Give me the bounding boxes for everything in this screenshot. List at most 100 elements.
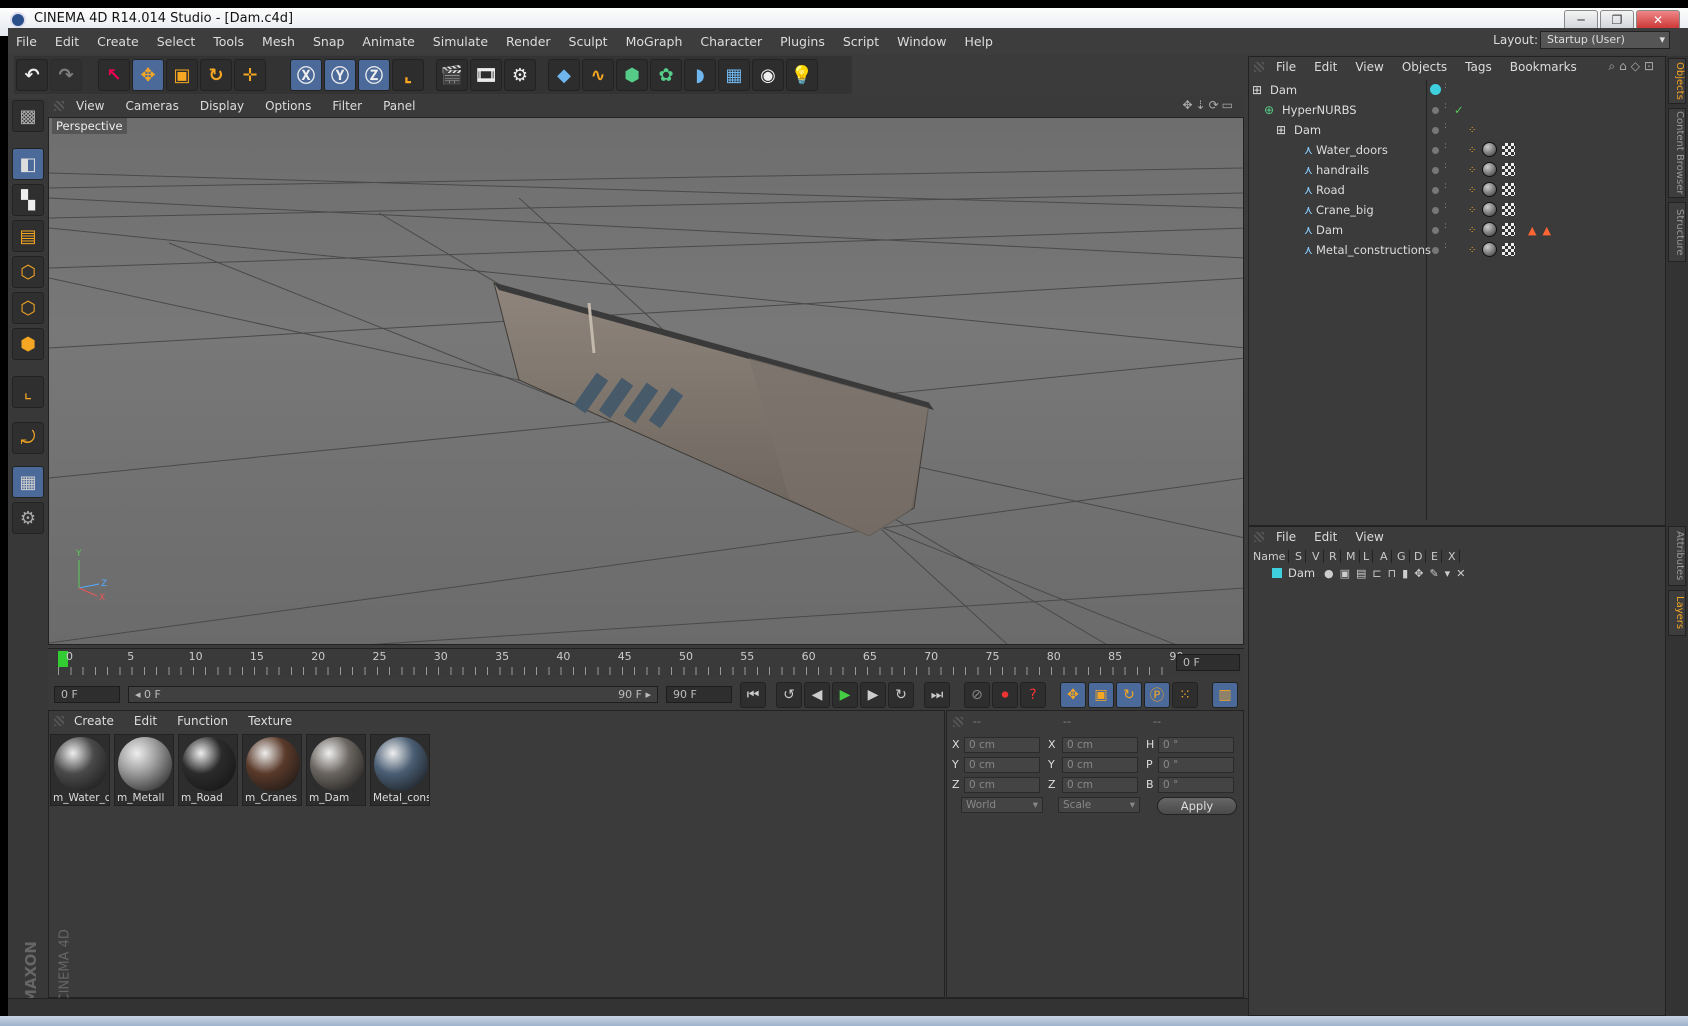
object-tree-row[interactable]: ⋏ Dam: ⁘ ▲▲ [1250,220,1664,240]
tab-objects[interactable]: Objects [1668,58,1686,104]
polygon-object-icon[interactable]: ⋏ [1304,163,1313,177]
go-to-end-icon[interactable]: ⏭ [924,682,950,708]
points-mode-icon[interactable]: ⬡ [12,256,44,288]
panel-gripper-icon[interactable] [953,717,963,727]
material-menu-function[interactable]: Function [177,714,228,728]
visibility-toggle-icon[interactable]: : [1444,202,1447,211]
layer-color-dot[interactable] [1432,247,1439,254]
timeline-window-icon[interactable]: ▥ [1212,682,1238,708]
uvw-tag-icon[interactable] [1502,243,1515,256]
menu-create[interactable]: Create [97,34,139,49]
layer-color-dot[interactable] [1432,187,1439,194]
viewport-menu-display[interactable]: Display [200,99,244,113]
viewport-menu-cameras[interactable]: Cameras [125,99,178,113]
workplane-mode-icon[interactable]: ▤ [12,220,44,252]
layer-column-v[interactable]: V [1312,550,1324,563]
z-axis-lock-icon[interactable]: Ⓩ [358,59,390,91]
timeline-ruler[interactable]: 051015202530354045505560657075808590 0 F [48,648,1244,678]
axis-mode-icon[interactable]: ⌞ [12,376,44,408]
light-icon[interactable]: 💡 [786,59,818,91]
material-tag-icon[interactable] [1482,182,1497,197]
menu-tools[interactable]: Tools [213,34,244,49]
autokey-icon[interactable]: ⏺ [992,682,1018,708]
redo-icon[interactable]: ↷ [50,59,82,91]
range-slider[interactable]: ◂ 0 F 90 F ▸ [128,686,658,703]
material-menu-texture[interactable]: Texture [248,714,292,728]
tab-content-browser[interactable]: Content Browser [1668,108,1686,198]
coord-value-field[interactable]: 0 ° [1158,757,1234,773]
layer-row[interactable]: Dam ●▣▤⊏⊓▮✥✎▾✕ [1250,563,1664,583]
material-menu-create[interactable]: Create [74,714,114,728]
layer-column-d[interactable]: D [1414,550,1427,563]
camera-icon[interactable]: ◉ [752,59,784,91]
y-axis-lock-icon[interactable]: Ⓨ [324,59,356,91]
layer-menu-file[interactable]: File [1276,530,1296,544]
material-tag-icon[interactable] [1482,202,1497,217]
key-pla-icon[interactable]: ⁙ [1172,682,1198,708]
menu-mograph[interactable]: MoGraph [626,34,683,49]
menu-help[interactable]: Help [964,34,993,49]
snap-icon[interactable]: ▦ [12,466,44,498]
coordinate-system-icon[interactable]: ⌞ [392,59,424,91]
object-menu-file[interactable]: File [1276,60,1296,74]
menu-script[interactable]: Script [843,34,879,49]
polygon-object-icon[interactable]: ⋏ [1304,143,1313,157]
deformer-icon[interactable]: ◗ [684,59,716,91]
menu-edit[interactable]: Edit [55,34,79,49]
layer-menu-edit[interactable]: Edit [1314,530,1337,544]
material-tag-icon[interactable] [1482,222,1497,237]
polygon-object-icon[interactable]: ⋏ [1304,203,1313,217]
phong-tag-icon[interactable]: ⁘ [1468,205,1476,216]
phong-tag-icon[interactable]: ⁘ [1468,245,1476,256]
panel-gripper-icon[interactable] [54,101,64,111]
material-swatch[interactable]: m_Road [178,734,238,806]
layer-color-dot[interactable] [1432,167,1439,174]
array-icon[interactable]: ✿ [650,59,682,91]
layer-column-m[interactable]: M [1346,550,1360,563]
layer-color-dot[interactable] [1430,84,1441,95]
visibility-toggle-icon[interactable]: : [1444,122,1447,131]
menu-plugins[interactable]: Plugins [780,34,825,49]
selection-tag-icon[interactable]: ▲▲ [1528,224,1557,237]
menu-select[interactable]: Select [157,34,196,49]
layer-color-dot[interactable] [1432,107,1439,114]
object-menu-edit[interactable]: Edit [1314,60,1337,74]
material-tag-icon[interactable] [1482,242,1497,257]
menu-sculpt[interactable]: Sculpt [569,34,608,49]
previous-frame-icon[interactable]: ◀ [804,682,830,708]
restore-button[interactable]: ❐ [1600,10,1634,30]
layer-column-e[interactable]: E [1431,550,1442,563]
transform-mode-select[interactable]: Scale ▾ [1058,797,1140,813]
phong-tag-icon[interactable]: ⁘ [1468,165,1476,176]
panel-gripper-icon[interactable] [54,716,64,726]
object-tree-row[interactable]: ⊞ Dam: [1250,80,1664,100]
key-parameter-icon[interactable]: Ⓟ [1144,682,1170,708]
polygons-mode-icon[interactable]: ⬢ [12,328,44,360]
nurbs-icon[interactable]: ⬢ [616,59,648,91]
object-tree-row[interactable]: ⋏ Crane_big: ⁘ [1250,200,1664,220]
current-frame-field[interactable]: 0 F [1176,654,1240,671]
tab-attributes[interactable]: Attributes [1668,526,1686,586]
end-frame-field[interactable]: 90 F [666,686,732,703]
polygon-object-icon[interactable]: ⋏ [1304,183,1313,197]
layout-select[interactable]: Startup (User) ▾ [1540,31,1670,49]
close-button[interactable]: ✕ [1636,10,1680,30]
minimize-button[interactable]: ─ [1564,10,1598,30]
visibility-toggle-icon[interactable]: : [1444,142,1447,151]
object-tree-row[interactable]: ⋏ Water_doors: ⁘ [1250,140,1664,160]
panel-gripper-icon[interactable] [1254,532,1264,542]
viewport-menu-options[interactable]: Options [265,99,311,113]
object-tree-row[interactable]: ⋏ handrails: ⁘ [1250,160,1664,180]
floor-icon[interactable]: ▦ [718,59,750,91]
model-mode-icon[interactable]: ◧ [12,148,44,180]
menu-simulate[interactable]: Simulate [433,34,488,49]
material-menu-edit[interactable]: Edit [134,714,157,728]
coord-value-field[interactable]: 0 ° [1158,777,1234,793]
hypernurbs-icon[interactable]: ⊕ [1264,103,1274,117]
enabled-check-icon[interactable]: ✓ [1454,103,1464,117]
visibility-toggle-icon[interactable]: : [1444,102,1447,111]
apply-button[interactable]: Apply [1157,797,1237,815]
visibility-toggle-icon[interactable]: : [1444,162,1447,171]
uvw-tag-icon[interactable] [1502,223,1515,236]
render-view-icon[interactable]: 🎬 [436,59,468,91]
